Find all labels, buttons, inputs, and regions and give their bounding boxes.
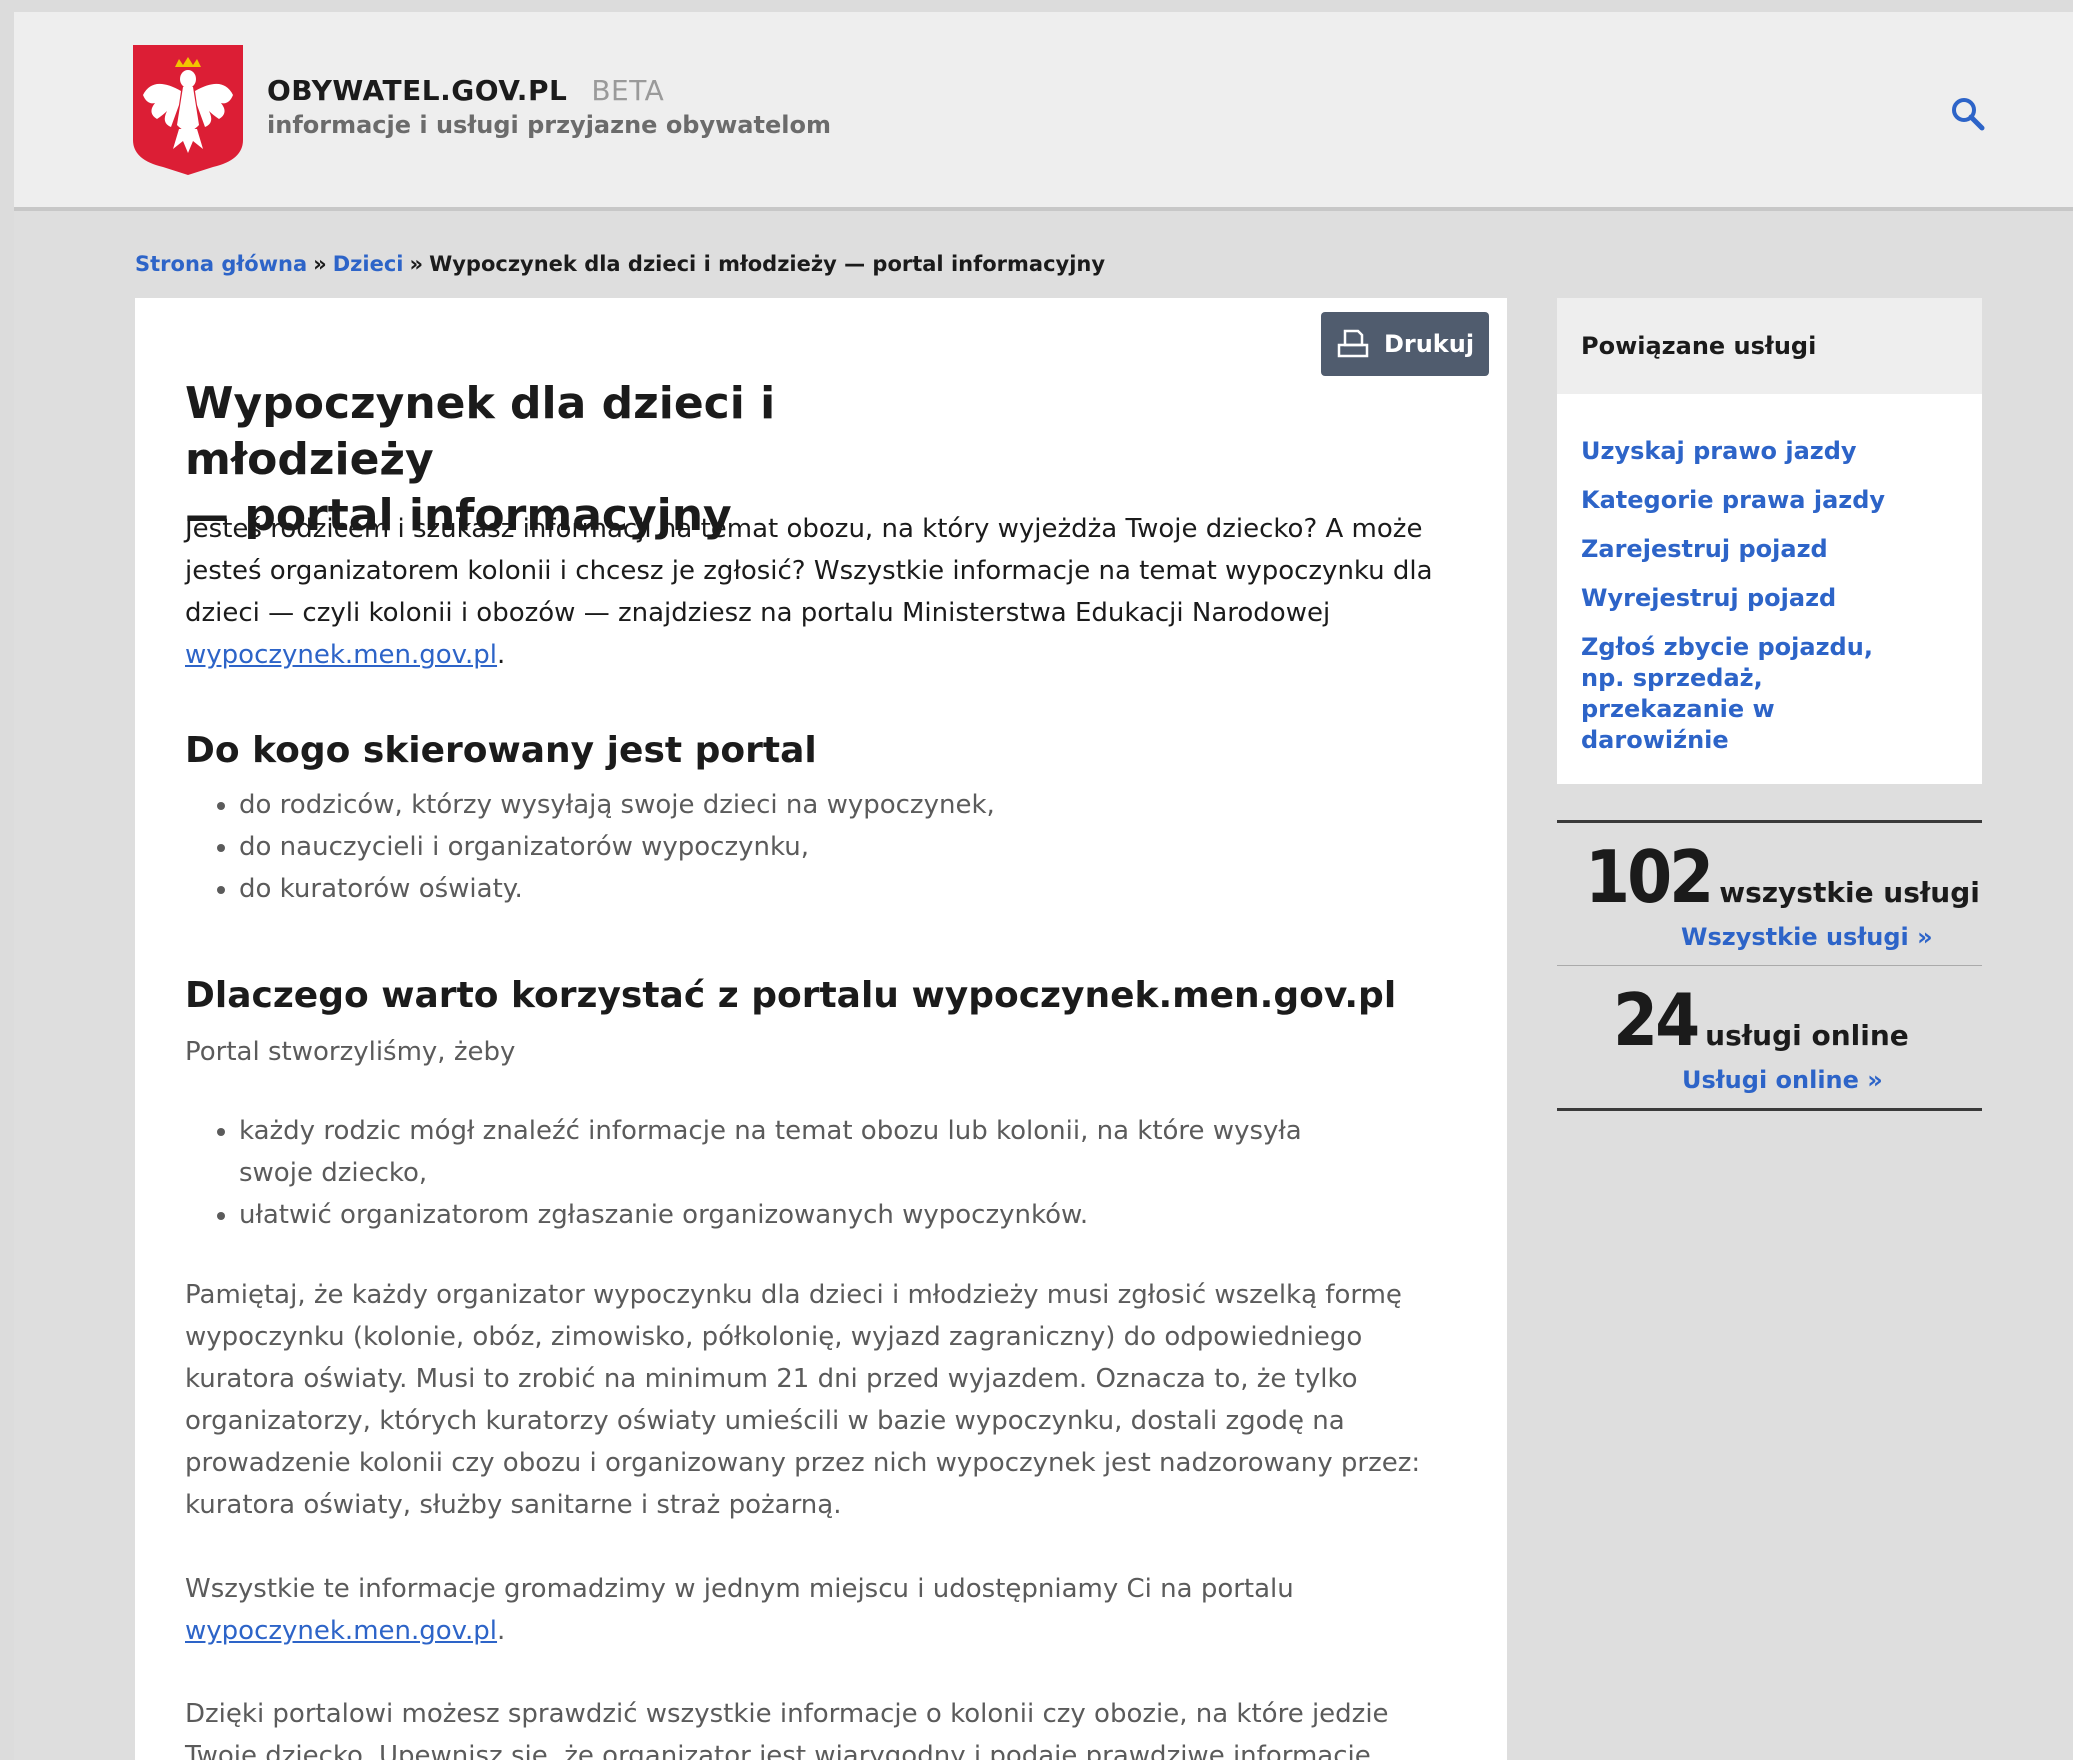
related-services: Powiązane usługi Uzyskaj prawo jazdy Kat… xyxy=(1557,298,1982,784)
why-lead: Portal stworzyliśmy, żeby xyxy=(185,1037,516,1067)
site-header: OBYWATEL.GOV.PL BETA informacje i usługi … xyxy=(14,12,2073,211)
stat-number: 102 xyxy=(1585,835,1714,919)
related-link-deregister-vehicle[interactable]: Wyrejestruj pojazd xyxy=(1581,583,1958,614)
print-button[interactable]: Drukuj xyxy=(1321,312,1489,376)
brand[interactable]: OBYWATEL.GOV.PL BETA informacje i usługi … xyxy=(267,74,831,139)
related-link-license-categories[interactable]: Kategorie prawa jazdy xyxy=(1581,485,1958,516)
audience-list: do rodziców, którzy wysyłają swoje dziec… xyxy=(185,784,995,910)
related-link-register-vehicle[interactable]: Zarejestruj pojazd xyxy=(1581,534,1958,565)
breadcrumb-home-link[interactable]: Strona główna xyxy=(135,252,307,276)
polish-eagle-emblem[interactable] xyxy=(133,45,243,175)
portal-text: Wszystkie te informacje gromadzimy w jed… xyxy=(185,1574,1294,1604)
intro-link[interactable]: wypoczynek.men.gov.pl xyxy=(185,640,497,670)
list-item: do rodziców, którzy wysyłają swoje dziec… xyxy=(239,784,995,826)
stat-all-services: 102 wszystkie usługi Wszystkie usługi » xyxy=(1557,820,1982,965)
service-stats: 102 wszystkie usługi Wszystkie usługi » … xyxy=(1557,820,1982,1111)
all-services-link[interactable]: Wszystkie usługi » xyxy=(1557,923,1982,951)
stat-row: 24 usługi online xyxy=(1557,984,1982,1056)
list-item: każdy rodzic mógł znaleźć informacje na … xyxy=(239,1110,1339,1194)
page: OBYWATEL.GOV.PL BETA informacje i usługi … xyxy=(14,12,2073,1760)
list-item: do kuratorów oświaty. xyxy=(239,868,995,910)
print-button-label: Drukuj xyxy=(1383,330,1475,358)
intro-text: Jesteś rodzicem i szukasz informacji na … xyxy=(185,514,1433,628)
brand-tagline: informacje i usługi przyjazne obywatelom xyxy=(267,111,831,139)
related-link-report-sale[interactable]: Zgłoś zbycie pojazdu, np. sprzedaż, prze… xyxy=(1581,632,1881,756)
why-list: każdy rodzic mógł znaleźć informacje na … xyxy=(185,1110,1339,1236)
check-paragraph: Dzięki portalowi możesz sprawdzić wszyst… xyxy=(185,1699,1389,1760)
section-heading-why: Dlaczego warto korzystać z portalu wypoc… xyxy=(185,975,1397,1016)
search-icon[interactable] xyxy=(1946,92,1990,136)
list-item: do nauczycieli i organizatorów wypoczynk… xyxy=(239,826,995,868)
organizer-paragraph: Pamiętaj, że każdy organizator wypoczynk… xyxy=(185,1280,1421,1520)
related-services-links: Uzyskaj prawo jazdy Kategorie prawa jazd… xyxy=(1557,394,1982,756)
stat-label: wszystkie usługi xyxy=(1719,876,1980,909)
article-card: Drukuj Wypoczynek dla dzieci i młodzieży… xyxy=(135,298,1507,1760)
printer-icon xyxy=(1337,329,1369,358)
portal-link[interactable]: wypoczynek.men.gov.pl xyxy=(185,1616,497,1646)
page-title-line1: Wypoczynek dla dzieci i młodzieży xyxy=(185,378,776,485)
breadcrumb: Strona główna» Dzieci» Wypoczynek dla dzie… xyxy=(135,252,1105,276)
list-item: ułatwić organizatorom zgłaszanie organiz… xyxy=(239,1194,1339,1236)
online-services-link[interactable]: Usługi online » xyxy=(1557,1066,1982,1094)
breadcrumb-current: Wypoczynek dla dzieci i młodzieży — port… xyxy=(429,252,1106,276)
related-link-driving-license[interactable]: Uzyskaj prawo jazdy xyxy=(1581,436,1958,467)
brand-name: OBYWATEL.GOV.PL xyxy=(267,74,568,107)
stat-number: 24 xyxy=(1613,978,1700,1062)
stat-label: usługi online xyxy=(1705,1019,1909,1052)
breadcrumb-separator: » xyxy=(409,252,424,276)
breadcrumb-separator: » xyxy=(313,252,327,276)
portal-paragraph: Wszystkie te informacje gromadzimy w jed… xyxy=(185,1568,1455,1652)
beta-badge: BETA xyxy=(591,74,665,107)
related-services-title: Powiązane usługi xyxy=(1557,298,1982,394)
portal-period: . xyxy=(497,1616,506,1646)
section-heading-audience: Do kogo skierowany jest portal xyxy=(185,730,817,771)
stat-online-services: 24 usługi online Usługi online » xyxy=(1557,965,1982,1108)
breadcrumb-category-link[interactable]: Dzieci xyxy=(333,252,404,276)
stat-row: 102 wszystkie usługi xyxy=(1557,841,1982,913)
brand-name-line: OBYWATEL.GOV.PL BETA xyxy=(267,74,831,107)
stats-bottom-rule xyxy=(1557,1108,1982,1111)
intro-paragraph: Jesteś rodzicem i szukasz informacji na … xyxy=(185,508,1465,676)
intro-period: . xyxy=(497,640,506,670)
